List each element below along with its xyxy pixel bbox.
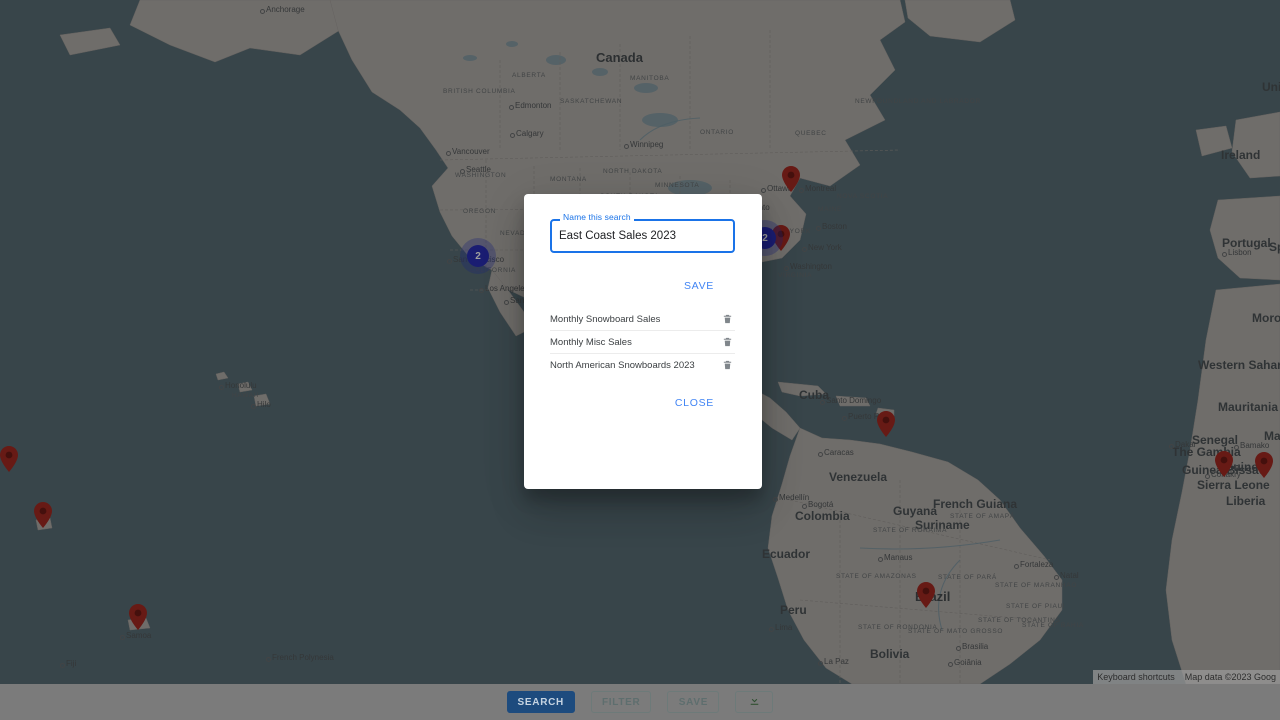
save-search-dialog: Name this search SAVE Monthly Snowboard … <box>524 194 762 489</box>
trash-icon[interactable] <box>719 311 735 327</box>
saved-search-row[interactable]: Monthly Misc Sales <box>550 331 735 354</box>
name-search-field[interactable]: Name this search <box>550 212 735 253</box>
download-button[interactable] <box>735 691 774 713</box>
saved-search-row[interactable]: North American Snowboards 2023 <box>550 354 735 376</box>
saved-search-name: Monthly Snowboard Sales <box>550 313 661 325</box>
saved-search-name: Monthly Misc Sales <box>550 336 632 348</box>
filter-button[interactable]: FILTER <box>590 691 652 713</box>
download-icon <box>748 694 761 710</box>
map-viewport[interactable]: CanadaVenezuelaColombiaPeruBoliviaBrazil… <box>0 0 1280 684</box>
saved-searches-list: Monthly Snowboard Sales Monthly Misc Sale… <box>550 308 735 376</box>
dialog-save-button[interactable]: SAVE <box>676 276 722 296</box>
name-search-input[interactable] <box>550 219 735 253</box>
trash-icon[interactable] <box>719 334 735 350</box>
saved-search-name: North American Snowboards 2023 <box>550 359 695 371</box>
dialog-close-button[interactable]: CLOSE <box>667 393 722 413</box>
trash-icon[interactable] <box>719 357 735 373</box>
saved-search-row[interactable]: Monthly Snowboard Sales <box>550 308 735 331</box>
search-button[interactable]: SEARCH <box>506 691 575 713</box>
map-search-app: CanadaVenezuelaColombiaPeruBoliviaBrazil… <box>0 0 1280 720</box>
bottom-toolbar: SEARCH FILTER SAVE <box>0 684 1280 720</box>
save-button[interactable]: SAVE <box>667 691 720 713</box>
